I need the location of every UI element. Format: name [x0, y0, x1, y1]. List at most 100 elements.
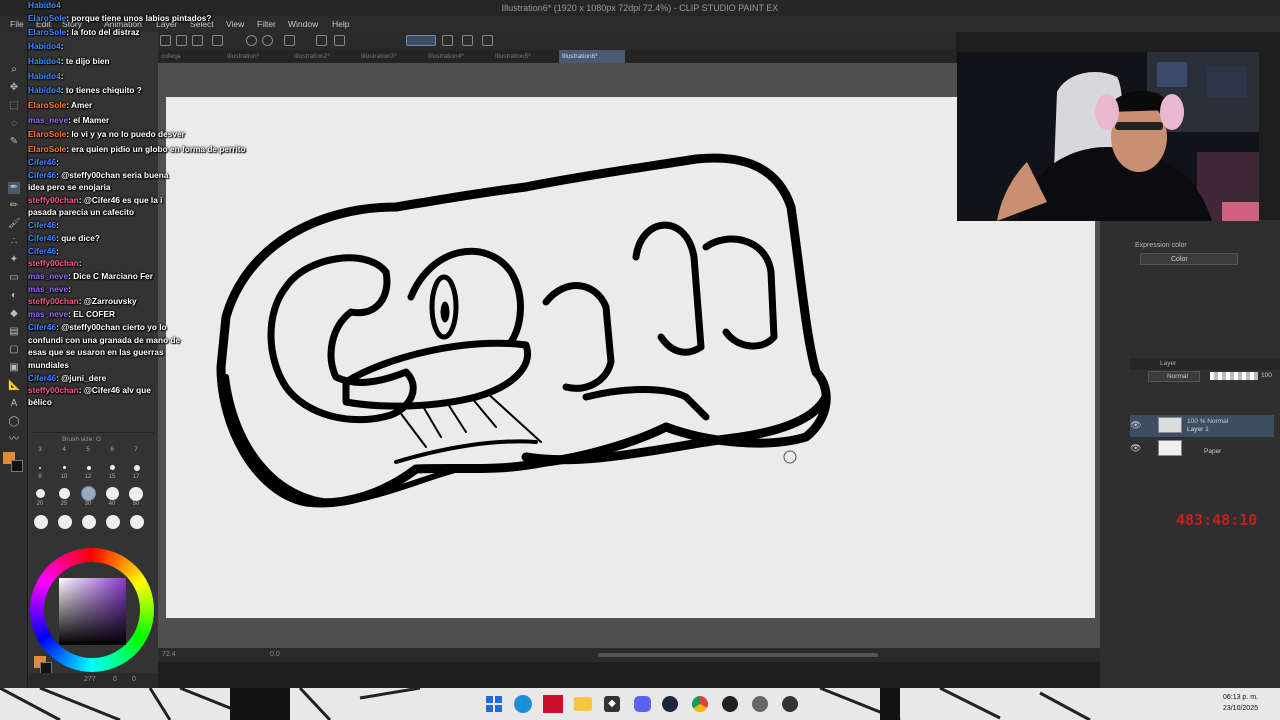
decoration-tool-icon[interactable]: ✦ — [8, 254, 20, 266]
csp-icon[interactable]: ◆ — [604, 696, 620, 712]
brush-size-6[interactable]: 6 — [105, 447, 119, 453]
chat-message: idea pero se enojaria — [28, 182, 111, 192]
chat-username: Cifer46 — [28, 373, 57, 383]
brush-size-3[interactable]: 3 — [33, 447, 47, 453]
chat-username: steffy00chan — [28, 258, 79, 268]
chat-message: esas que se usaron en las guerras — [28, 347, 164, 357]
obs-icon[interactable] — [722, 696, 738, 712]
discord-icon[interactable] — [634, 696, 651, 712]
brush-size-4[interactable]: 4 — [57, 447, 71, 453]
brush-size-10[interactable]: 10 — [57, 474, 71, 480]
tab-illustration4[interactable]: Illustration4* — [425, 50, 489, 63]
chat-text: EL COFER — [73, 309, 116, 319]
chat-text: esas que se usaron en las guerras — [28, 347, 164, 357]
transform-icon[interactable] — [334, 35, 345, 46]
eyedropper-tool-icon[interactable]: ✎ — [8, 136, 20, 148]
eraser-tool-icon[interactable]: ▭ — [8, 272, 20, 284]
start-icon[interactable] — [486, 696, 502, 712]
blend-mode-select[interactable]: Normal — [1148, 371, 1200, 382]
fill-icon[interactable] — [316, 35, 327, 46]
opacity-slider[interactable] — [1210, 372, 1258, 380]
select-tool-icon[interactable]: ⬚ — [8, 100, 20, 112]
brush-tool-icon[interactable]: 🖌 — [8, 218, 21, 230]
explorer-icon[interactable] — [574, 697, 592, 711]
brush-size-8[interactable]: 8 — [33, 474, 47, 480]
zoom-readout[interactable]: 72.4 — [162, 651, 176, 658]
saturation-value-square[interactable] — [59, 578, 126, 645]
brush-size-50[interactable]: 50 — [129, 501, 143, 507]
chat-text: mundiales — [28, 360, 70, 370]
footer-right-value: 0 — [132, 676, 136, 683]
color-wheel[interactable] — [28, 548, 156, 674]
menu-file[interactable]: File — [10, 19, 24, 29]
sub-color-swatch[interactable] — [11, 460, 23, 472]
layer-panel-header: Layer — [1130, 358, 1280, 370]
tab-illustration6[interactable]: Illustration6* — [559, 50, 625, 63]
brush-size-17[interactable]: 17 — [129, 474, 143, 480]
tab-illustration3[interactable]: Illustration3* — [358, 50, 422, 63]
blend-mode-value: Normal — [1167, 373, 1188, 380]
system-clock[interactable]: 06:13 p. m. 23/10/2025 — [1208, 692, 1258, 714]
settings-icon[interactable] — [482, 35, 493, 46]
expression-color-select[interactable]: Color — [1140, 253, 1238, 265]
layer-row-paper[interactable]: 👁 Paper — [1130, 438, 1274, 460]
correct-line-tool-icon[interactable]: 〰 — [8, 434, 20, 446]
horizontal-scrollbar[interactable] — [598, 653, 878, 657]
brush-size-5[interactable]: 5 — [81, 447, 95, 453]
figure-tool-icon[interactable]: ▢ — [8, 344, 20, 356]
steam-icon[interactable] — [662, 696, 678, 712]
chat-text: @Zarrouvsky — [83, 296, 137, 306]
airbrush-tool-icon[interactable]: ∴ — [8, 236, 20, 248]
menu-help[interactable]: Help — [332, 19, 349, 29]
chat-text: la foto del distraz — [71, 27, 140, 37]
gradient-tool-icon[interactable]: ▤ — [8, 326, 20, 338]
tab-illustration2[interactable]: Illustration2* — [291, 50, 355, 63]
chat-text: el Mamer — [73, 115, 110, 125]
menu-filter[interactable]: Filter — [257, 19, 276, 29]
pencil-tool-icon[interactable]: ✏ — [8, 200, 20, 212]
chat-username: Habido4 — [28, 56, 61, 66]
eye-icon[interactable]: 👁 — [1130, 443, 1141, 454]
zoom-tool-icon[interactable]: ⌕ — [8, 64, 20, 76]
brush-size-20[interactable]: 20 — [33, 501, 47, 507]
chat-text: @steffy00chan cierto yo lo — [61, 322, 167, 332]
brush-size-40[interactable]: 40 — [105, 501, 119, 507]
angle-readout[interactable]: 0.0 — [270, 651, 280, 658]
brush-size-15[interactable]: 15 — [105, 474, 119, 480]
brush-size-30[interactable]: 30 — [81, 501, 95, 507]
blend-tool-icon[interactable]: ◐ — [8, 290, 20, 302]
move-tool-icon[interactable]: ✥ — [8, 82, 20, 94]
tab-layer[interactable]: Layer — [1160, 360, 1176, 367]
app2-icon[interactable] — [752, 696, 768, 712]
app-icon[interactable] — [543, 695, 563, 713]
snap-icon[interactable] — [406, 35, 436, 46]
chat-username: Habido4 — [28, 41, 61, 51]
chrome-icon[interactable] — [692, 696, 708, 712]
ruler-icon[interactable] — [442, 35, 453, 46]
menu-window[interactable]: Window — [288, 19, 318, 29]
text-tool-icon[interactable]: A — [8, 398, 20, 410]
fill-tool-icon[interactable]: ◆ — [8, 308, 20, 320]
frame-tool-icon[interactable]: ▣ — [8, 362, 20, 374]
brush-size-7[interactable]: 7 — [129, 447, 143, 453]
layer-row-layer1[interactable]: 👁 100 % Normal Layer 1 — [1130, 415, 1274, 437]
edge-icon[interactable] — [514, 695, 532, 713]
redo-icon[interactable] — [262, 35, 273, 46]
app3-icon[interactable] — [782, 696, 798, 712]
eye-icon[interactable]: 👁 — [1130, 420, 1141, 431]
ruler-tool-icon[interactable]: 📐 — [8, 380, 20, 392]
clear-icon[interactable] — [284, 35, 295, 46]
chat-message: mas_neve: — [28, 284, 71, 294]
pen-tool-icon[interactable]: ✒ — [8, 182, 20, 194]
chat-username: ElaroSole — [28, 13, 67, 23]
balloon-tool-icon[interactable]: ◯ — [8, 416, 20, 428]
canvas-paper[interactable] — [166, 97, 1095, 618]
clock-time: 06:13 p. m. — [1222, 694, 1258, 701]
opacity-value[interactable]: 100 — [1261, 372, 1272, 379]
lasso-tool-icon[interactable]: ◌ — [8, 118, 20, 130]
brush-size-12[interactable]: 12 — [81, 474, 95, 480]
tab-illustration5[interactable]: Illustration5* — [492, 50, 556, 63]
grid-icon[interactable] — [462, 35, 473, 46]
layer-name: Paper — [1204, 448, 1222, 455]
brush-size-25[interactable]: 25 — [57, 501, 71, 507]
